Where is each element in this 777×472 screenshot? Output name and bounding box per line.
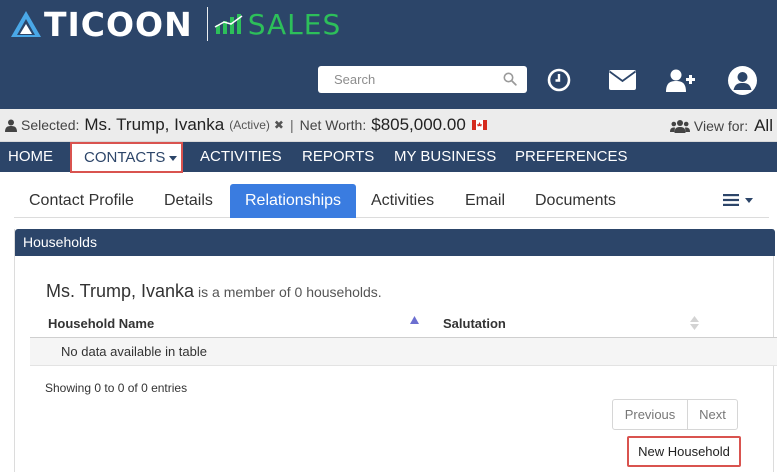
column-salutation[interactable]: Salutation (443, 316, 506, 331)
logo-name: TICOON (44, 4, 193, 44)
tab-overflow-menu[interactable] (723, 194, 753, 206)
search-box[interactable] (318, 66, 527, 93)
column-household-name[interactable]: Household Name (48, 316, 154, 331)
person-icon (5, 119, 17, 132)
list-menu-icon (723, 194, 739, 206)
sort-both-icon[interactable] (690, 316, 699, 330)
member-summary-text: is a member of 0 households. (198, 284, 382, 300)
envelope-icon (608, 70, 636, 90)
canada-flag-icon (471, 120, 487, 130)
messages-button[interactable] (608, 65, 636, 95)
new-household-button[interactable]: New Household (627, 436, 741, 467)
caret-down-icon (745, 197, 753, 203)
view-for-value[interactable]: All (754, 116, 773, 136)
view-for-label: View for: (693, 117, 749, 134)
ticoon-logo-mark-icon (11, 11, 41, 37)
net-worth-value: $805,000.00 (371, 115, 466, 134)
nav-reports[interactable]: REPORTS (302, 142, 374, 172)
selected-label: Selected: (21, 117, 80, 133)
member-name: Ms. Trump, Ivanka (46, 281, 195, 301)
sort-ascending-icon[interactable] (410, 316, 419, 324)
nav-contacts-dropdown[interactable]: CONTACTS (70, 142, 183, 173)
nav-activities[interactable]: ACTIVITIES (200, 142, 282, 172)
selected-contact-bar: Selected: Ms. Trump, Ivanka (Active) ✖ |… (0, 109, 777, 142)
separator: | (289, 117, 294, 133)
add-user-icon (665, 69, 695, 92)
nav-preferences[interactable]: PREFERENCES (515, 142, 628, 172)
users-group-icon (669, 119, 690, 133)
logo-divider (206, 7, 208, 41)
membership-summary: Ms. Trump, Ivanka is a member of 0 househ… (46, 281, 382, 302)
tab-relationships[interactable]: Relationships (230, 184, 357, 218)
previous-page-button[interactable]: Previous (613, 400, 688, 429)
tab-documents[interactable]: Documents (535, 184, 616, 218)
search-icon[interactable] (503, 72, 517, 86)
clear-selection-icon[interactable]: ✖ (274, 118, 284, 132)
next-page-button[interactable]: Next (688, 400, 737, 429)
recent-activity-button[interactable] (546, 65, 572, 95)
tab-details[interactable]: Details (164, 184, 213, 218)
tab-activities[interactable]: Activities (371, 184, 434, 218)
nav-my-business[interactable]: MY BUSINESS (394, 142, 496, 172)
clock-icon (547, 68, 571, 92)
search-input[interactable] (318, 66, 498, 93)
sales-bars-icon (214, 14, 243, 34)
caret-down-icon (169, 155, 178, 161)
net-worth-label: Net Worth: (299, 117, 367, 133)
contact-tabs: Contact Profile Details Relationships Ac… (14, 184, 769, 218)
logo-product: SALES (247, 7, 342, 41)
table-info: Showing 0 to 0 of 0 entries (45, 381, 188, 395)
app-header: TICOON SALES (0, 0, 777, 109)
tab-contact-profile[interactable]: Contact Profile (29, 184, 134, 218)
nav-contacts-label: CONTACTS (84, 149, 166, 166)
ticoon-sales-logo[interactable]: TICOON SALES (10, 4, 342, 44)
table-header: Household Name Salutation (30, 309, 777, 338)
add-contact-button[interactable] (665, 65, 695, 95)
nav-home[interactable]: HOME (8, 142, 53, 172)
main-navigation: HOME CONTACTS ACTIVITIES REPORTS MY BUSI… (0, 142, 777, 173)
panel-title: Households (15, 229, 775, 256)
contact-status: (Active) (229, 118, 270, 132)
pagination: Previous Next (612, 399, 738, 430)
selected-contact-name[interactable]: Ms. Trump, Ivanka (84, 115, 224, 135)
view-for-selector[interactable]: View for: All (669, 109, 773, 142)
empty-table-row: No data available in table (30, 338, 777, 366)
user-circle-icon (727, 65, 757, 95)
tab-email[interactable]: Email (465, 184, 505, 218)
user-menu-button[interactable] (727, 65, 757, 95)
